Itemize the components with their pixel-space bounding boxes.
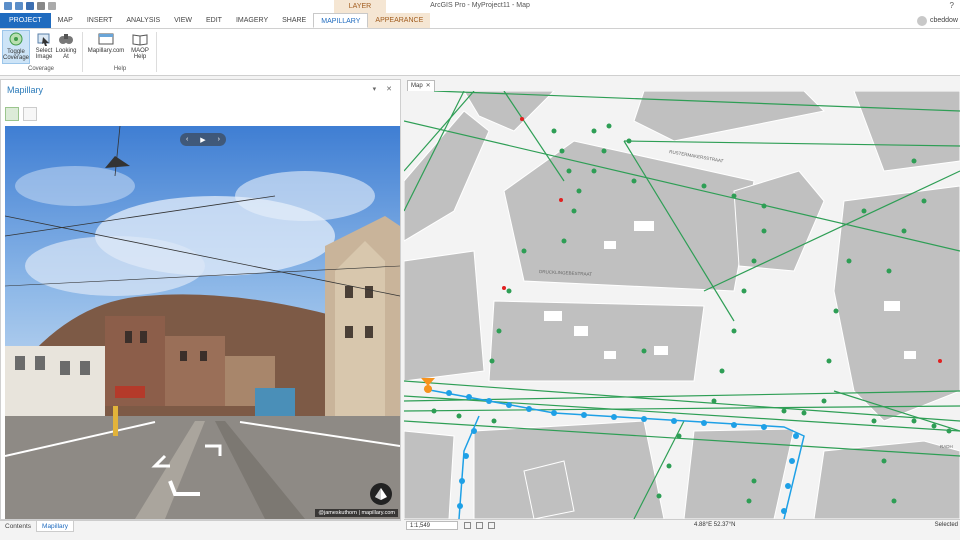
maop-help-label-2: Help [133, 54, 147, 60]
help-group-label: Help [113, 66, 127, 72]
map-view-tab[interactable]: Map ✕ [407, 80, 435, 91]
select-image-icon [37, 33, 50, 46]
tab-imagery[interactable]: IMAGERY [229, 13, 275, 28]
tab-edit[interactable]: EDIT [199, 13, 229, 28]
grid-icon[interactable] [464, 522, 471, 529]
image-credit[interactable]: @jameskuthorn | mapillary.com [315, 509, 398, 517]
street-image-viewer[interactable]: ‹ ▶ › @jameskuthorn | mapillary.com [5, 126, 400, 519]
coverage-icon [9, 32, 23, 46]
tab-appearance[interactable]: APPEARANCE [368, 13, 431, 28]
ribbon-panel: Toggle Coverage Select Image Looking At … [0, 29, 960, 76]
tab-mapillary-pane[interactable]: Mapillary [36, 521, 75, 532]
looking-at-label-2: At [63, 54, 69, 60]
coordinate-readout: 4.88°E 52.37°N [694, 522, 736, 528]
help-button[interactable]: ? [950, 1, 954, 10]
window-title: ArcGIS Pro - MyProject11 - Map [430, 2, 530, 9]
pan-icon[interactable] [476, 522, 483, 529]
tab-contents[interactable]: Contents [0, 521, 36, 532]
pane-title: Mapillary [7, 85, 44, 95]
tab-analysis[interactable]: ANALYSIS [119, 13, 167, 28]
street-label: RADH [940, 444, 953, 449]
web-icon [98, 33, 114, 45]
mapillary-com-button[interactable]: Mapillary.com [86, 30, 126, 64]
tab-map[interactable]: MAP [51, 13, 80, 28]
ribbon-tab-bar: PROJECT MAP INSERT ANALYSIS VIEW EDIT IM… [0, 13, 960, 29]
select-image-label-2: Image [35, 54, 53, 60]
tab-mapillary[interactable]: MAPILLARY [313, 13, 369, 28]
tab-share[interactable]: SHARE [275, 13, 313, 28]
next-icon[interactable]: › [218, 136, 220, 143]
pane-tab-bar: Contents Mapillary [0, 520, 401, 532]
link-icon[interactable] [23, 107, 37, 121]
ribbon-divider [82, 32, 83, 72]
tab-project[interactable]: PROJECT [0, 13, 51, 28]
map-drawing: RUSTERMAKERSSTRAAT DRUCKLINGEBESTRAAT RA… [404, 91, 960, 519]
selection-count: Selected [934, 522, 958, 528]
tab-insert[interactable]: INSERT [80, 13, 120, 28]
user-name: cbeddow [929, 17, 958, 24]
binoculars-icon [59, 34, 73, 44]
book-icon [132, 34, 148, 46]
play-icon[interactable]: ▶ [200, 136, 205, 144]
map-canvas[interactable]: RUSTERMAKERSSTRAAT DRUCKLINGEBESTRAAT RA… [404, 91, 960, 519]
mapillary-pane: Mapillary ▾ ✕ ‹ ▶ › @jameskuthorn | mapi… [0, 79, 401, 520]
compass-icon[interactable] [370, 483, 392, 505]
maop-help-button[interactable]: MAOP Help [126, 30, 154, 64]
pane-controls[interactable]: ▾ ✕ [373, 85, 396, 93]
close-icon[interactable]: ✕ [426, 81, 431, 91]
toggle-coverage-button[interactable]: Toggle Coverage [2, 30, 30, 64]
avatar [916, 16, 927, 26]
previous-icon[interactable]: ‹ [186, 136, 188, 143]
looking-at-button[interactable]: Looking At [52, 30, 80, 64]
user-account[interactable]: cbeddow [916, 13, 960, 29]
map-tab-label: Map [411, 83, 423, 89]
sequence-navigation: ‹ ▶ › [180, 133, 226, 146]
mapillary-com-label: Mapillary.com [87, 48, 125, 54]
street-photo [5, 126, 400, 519]
pin-icon[interactable] [5, 107, 19, 121]
coverage-group-label: Coverage [27, 66, 54, 72]
viewer-toolbar [5, 107, 37, 121]
ribbon-divider [156, 32, 157, 72]
scale-selector[interactable]: 1:1,549 [406, 521, 458, 530]
tab-view[interactable]: VIEW [167, 13, 199, 28]
title-bar: LAYER ArcGIS Pro - MyProject11 - Map ? [0, 0, 960, 13]
map-status-bar: 1:1,549 4.88°E 52.37°N Selected [404, 519, 960, 531]
toggle-coverage-label-2: Coverage [3, 55, 30, 61]
table-icon[interactable] [488, 522, 495, 529]
